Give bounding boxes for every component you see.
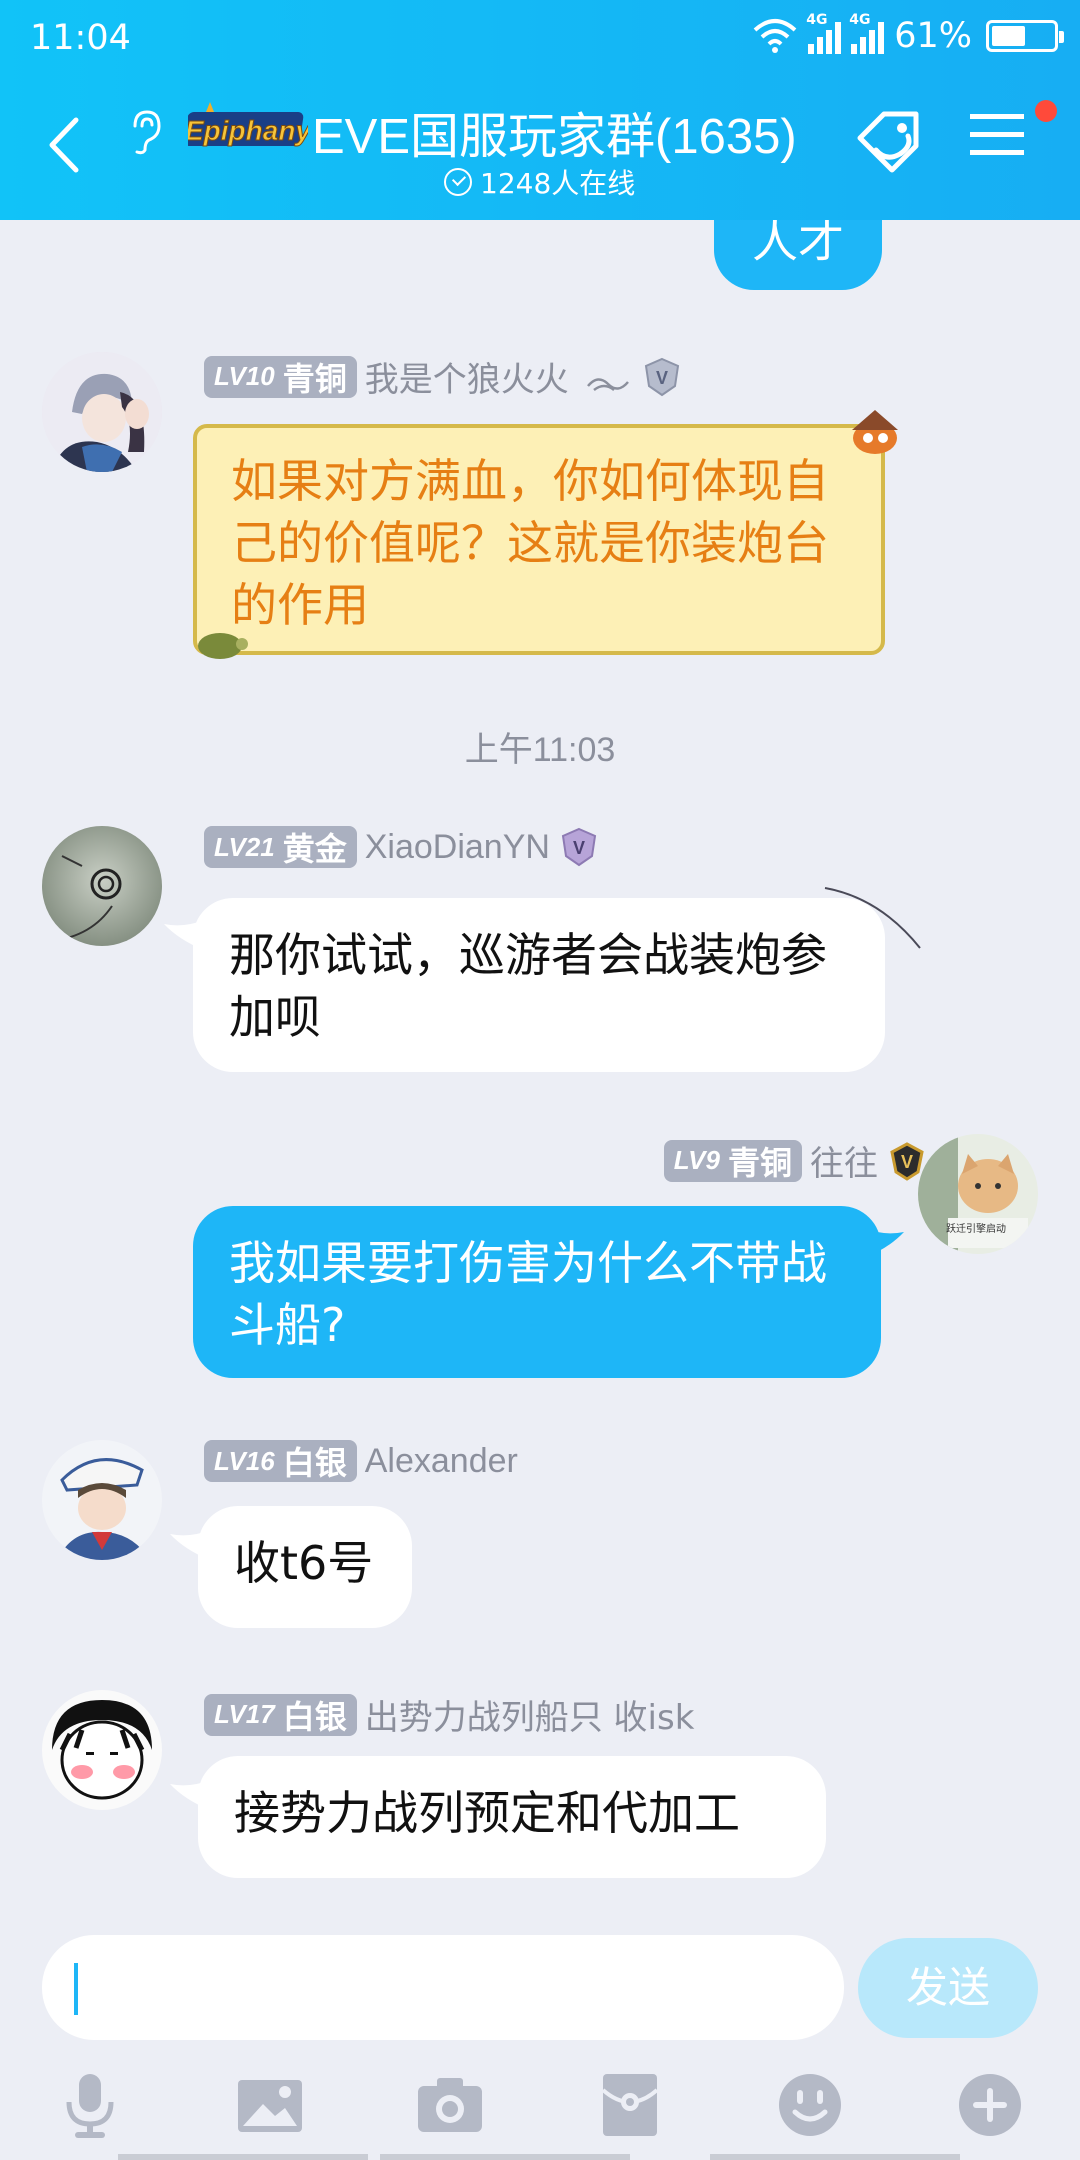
text-cursor: [74, 1963, 78, 2015]
avatar-image: [42, 1690, 162, 1810]
battery-percent: 61%: [894, 16, 972, 56]
group-badge-logo: Epiphany: [188, 102, 308, 147]
vip-shield-icon: V: [644, 357, 679, 396]
sender-name[interactable]: 往往: [810, 1136, 878, 1185]
avatar[interactable]: [42, 826, 162, 946]
sender-name[interactable]: XiaoDianYN: [365, 828, 550, 867]
battery-icon: [986, 20, 1064, 52]
status-bar: 11:04 4G 4G 61%: [30, 12, 1064, 60]
red-packet-icon[interactable]: [595, 2070, 665, 2140]
level-badge: LV21 黄金: [204, 826, 357, 868]
svg-text:Epiphany: Epiphany: [188, 115, 308, 146]
composer: 发送: [0, 1910, 1080, 2040]
avatar[interactable]: [42, 352, 162, 472]
nav-indicator: [118, 2154, 368, 2160]
turtle-decoration-icon: [198, 633, 248, 659]
message-bubble[interactable]: 如果对方满血，你如何体现自己的价值呢？这就是你装炮台的作用: [193, 424, 885, 655]
avatar-image: [42, 352, 162, 472]
group-title[interactable]: EVE国服玩家群(1635): [312, 97, 797, 168]
emoji-icon[interactable]: [775, 2070, 845, 2140]
clock: 11:04: [30, 18, 131, 58]
chat-area[interactable]: 人才 LV10 青铜 我是个狼火火 V 如果对方满血，你如何体现自己的价值呢？这…: [0, 0, 1080, 1910]
title-bar: 11:04 4G 4G 61% Epiphany EVE国服玩家群(1635) …: [0, 0, 1080, 220]
notification-dot: [1035, 100, 1057, 122]
message-bubble[interactable]: 接势力战列预定和代加工: [198, 1756, 826, 1878]
wifi-icon: [753, 19, 797, 53]
cellular-signal-icon: 4G: [849, 12, 885, 54]
message-bubble[interactable]: 那你试试，巡游者会战装炮参加呗: [193, 898, 885, 1072]
level-badge: LV17 白银: [204, 1693, 357, 1736]
online-count: 1248人在线: [480, 167, 636, 200]
check-circle-icon: [444, 168, 472, 196]
message-bubble[interactable]: 收t6号: [198, 1506, 412, 1628]
image-icon[interactable]: [235, 2070, 305, 2140]
svg-text:V: V: [573, 838, 585, 858]
bubble-tail: [164, 920, 204, 950]
back-arrow-icon[interactable]: [40, 110, 88, 180]
online-status[interactable]: 1248人在线: [444, 162, 635, 202]
level-badge: LV16 白银: [204, 1440, 357, 1482]
microphone-icon[interactable]: [55, 2070, 125, 2140]
sender-name[interactable]: Alexander: [365, 1442, 518, 1481]
cellular-signal-icon: 4G: [806, 12, 842, 54]
nav-indicator: [380, 2154, 630, 2160]
bubble-decoration-icon: [852, 410, 898, 454]
sender-meta: LV10 青铜 我是个狼火火 V: [204, 352, 683, 401]
group-tag-icon[interactable]: [854, 108, 928, 180]
timestamp: 上午11:03: [464, 731, 616, 769]
avatar-image: [42, 1440, 162, 1560]
sender-meta: LV16 白银 Alexander: [204, 1440, 518, 1482]
nav-indicator: [710, 2154, 960, 2160]
sender-meta: LV17 白银 出势力战列船只 收isk: [204, 1690, 694, 1739]
sender-name[interactable]: 我是个狼火火: [365, 352, 569, 401]
menu-icon[interactable]: [970, 108, 1024, 160]
input-toolbar: [0, 2040, 1080, 2160]
avatar-image: [918, 1134, 1038, 1254]
sender-meta: LV21 黄金 XiaoDianYN V: [204, 826, 600, 868]
level-badge: LV10 青铜: [204, 355, 357, 398]
message-bubble[interactable]: 我如果要打伤害为什么不带战斗船?: [193, 1206, 881, 1378]
message-input[interactable]: [42, 1935, 844, 2040]
level-badge: LV9 青铜: [663, 1139, 802, 1182]
avatar[interactable]: [42, 1690, 162, 1810]
bubble-tail: [170, 1780, 210, 1810]
bubble-tail: [170, 1530, 210, 1560]
earpiece-mode-icon[interactable]: [125, 108, 165, 156]
camera-icon[interactable]: [415, 2070, 485, 2140]
sender-name[interactable]: 出势力战列船只 收isk: [365, 1690, 695, 1739]
avatar-image: [42, 826, 162, 946]
vip-shield-icon: V: [561, 827, 597, 867]
avatar-caption: 跃迁引擎启动: [946, 1224, 1006, 1235]
status-icons: 4G 4G 61%: [752, 12, 1064, 56]
send-button[interactable]: 发送: [858, 1938, 1038, 2038]
wave-icon: [586, 377, 629, 391]
avatar[interactable]: 跃迁引擎启动: [918, 1134, 1038, 1254]
svg-text:V: V: [901, 1152, 913, 1172]
avatar[interactable]: [42, 1440, 162, 1560]
svg-text:V: V: [656, 368, 668, 388]
plus-icon[interactable]: [955, 2070, 1025, 2140]
bubble-tail: [864, 1228, 904, 1258]
sender-meta: LV9 青铜 往往 V: [663, 1136, 928, 1185]
